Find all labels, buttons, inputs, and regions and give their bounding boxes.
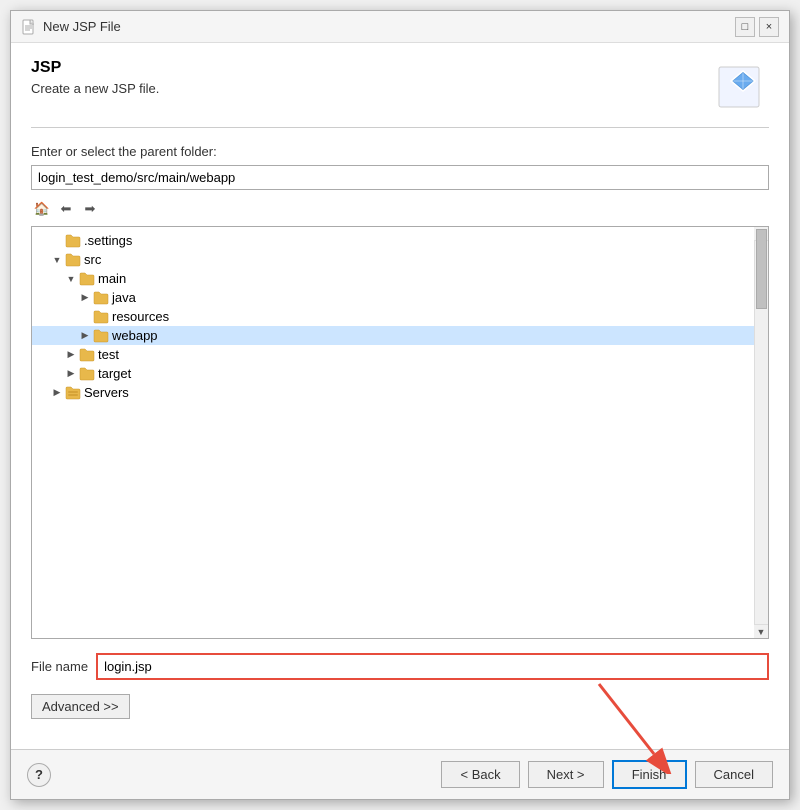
tree-label-src: src [84, 252, 101, 267]
toggle-webapp[interactable]: ▶ [78, 329, 92, 343]
toggle-src[interactable]: ▼ [50, 253, 64, 267]
toggle-resources[interactable] [78, 310, 92, 324]
tree-label-settings: .settings [84, 233, 132, 248]
folder-icon-target [79, 367, 95, 381]
filename-label: File name [31, 659, 88, 674]
dialog-title-icon [21, 19, 37, 35]
toggle-java[interactable]: ▶ [78, 291, 92, 305]
tree-label-resources: resources [112, 309, 169, 324]
tree-item-webapp[interactable]: ▶ webapp [32, 326, 768, 345]
back-nav-button[interactable]: ⬅ [55, 198, 77, 220]
scrollbar-thumb[interactable] [756, 229, 767, 309]
header-text: JSP Create a new JSP file. [31, 59, 159, 96]
page-subtitle: Create a new JSP file. [31, 81, 159, 96]
tree-scroll: .settings ▼ src ▼ [32, 227, 768, 406]
tree-label-webapp: webapp [112, 328, 158, 343]
scrollbar-track: ▲ ▼ [754, 227, 768, 638]
toggle-servers[interactable]: ▶ [50, 386, 64, 400]
back-button[interactable]: < Back [441, 761, 519, 788]
folder-icon-test [79, 348, 95, 362]
tree-item-java[interactable]: ▶ java [32, 288, 768, 307]
tree-label-target: target [98, 366, 131, 381]
folder-icon-settings [65, 234, 81, 248]
tree-item-src[interactable]: ▼ src [32, 250, 768, 269]
title-controls: □ × [735, 17, 779, 37]
tree-item-main[interactable]: ▼ main [32, 269, 768, 288]
tree-label-main: main [98, 271, 126, 286]
bottom-bar: ? < Back Next > Finish Cancel [11, 749, 789, 799]
scroll-down-button[interactable]: ▼ [754, 624, 768, 638]
divider [31, 127, 769, 128]
advanced-button[interactable]: Advanced >> [31, 694, 130, 719]
header-section: JSP Create a new JSP file. [31, 59, 769, 111]
dialog-title: New JSP File [43, 19, 121, 34]
new-jsp-dialog: New JSP File □ × JSP Create a new JSP fi… [10, 10, 790, 800]
help-button[interactable]: ? [27, 763, 51, 787]
close-button[interactable]: × [759, 17, 779, 37]
folder-label: Enter or select the parent folder: [31, 144, 769, 159]
toggle-target[interactable]: ▶ [64, 367, 78, 381]
filename-input[interactable] [96, 653, 769, 680]
page-title: JSP [31, 59, 159, 77]
title-bar: New JSP File □ × [11, 11, 789, 43]
home-nav-button[interactable]: 🏠 [31, 198, 53, 220]
folder-tree: .settings ▼ src ▼ [31, 226, 769, 639]
folder-icon-servers [65, 386, 81, 400]
folder-icon-resources [93, 310, 109, 324]
tree-item-servers[interactable]: ▶ Servers [32, 383, 768, 402]
cancel-button[interactable]: Cancel [695, 761, 773, 788]
tree-item-resources[interactable]: resources [32, 307, 768, 326]
folder-icon-webapp [93, 329, 109, 343]
next-button[interactable]: Next > [528, 761, 604, 788]
toggle-main[interactable]: ▼ [64, 272, 78, 286]
tree-label-servers: Servers [84, 385, 129, 400]
folder-icon-src [65, 253, 81, 267]
forward-nav-button[interactable]: ➡ [79, 198, 101, 220]
minimize-button[interactable]: □ [735, 17, 755, 37]
tree-label-java: java [112, 290, 136, 305]
filename-row: File name [31, 653, 769, 680]
tree-item-test[interactable]: ▶ test [32, 345, 768, 364]
parent-folder-input[interactable] [31, 165, 769, 190]
jsp-icon [717, 59, 769, 111]
tree-item-target[interactable]: ▶ target [32, 364, 768, 383]
folder-icon-main [79, 272, 95, 286]
tree-item-settings[interactable]: .settings [32, 231, 768, 250]
toggle-settings[interactable] [50, 234, 64, 248]
finish-button[interactable]: Finish [612, 760, 687, 789]
dialog-body: JSP Create a new JSP file. Enter or sele… [11, 43, 789, 749]
tree-label-test: test [98, 347, 119, 362]
advanced-section: Advanced >> [31, 694, 769, 733]
folder-icon-java [93, 291, 109, 305]
title-bar-left: New JSP File [21, 19, 121, 35]
nav-toolbar: 🏠 ⬅ ➡ [31, 196, 769, 222]
toggle-test[interactable]: ▶ [64, 348, 78, 362]
